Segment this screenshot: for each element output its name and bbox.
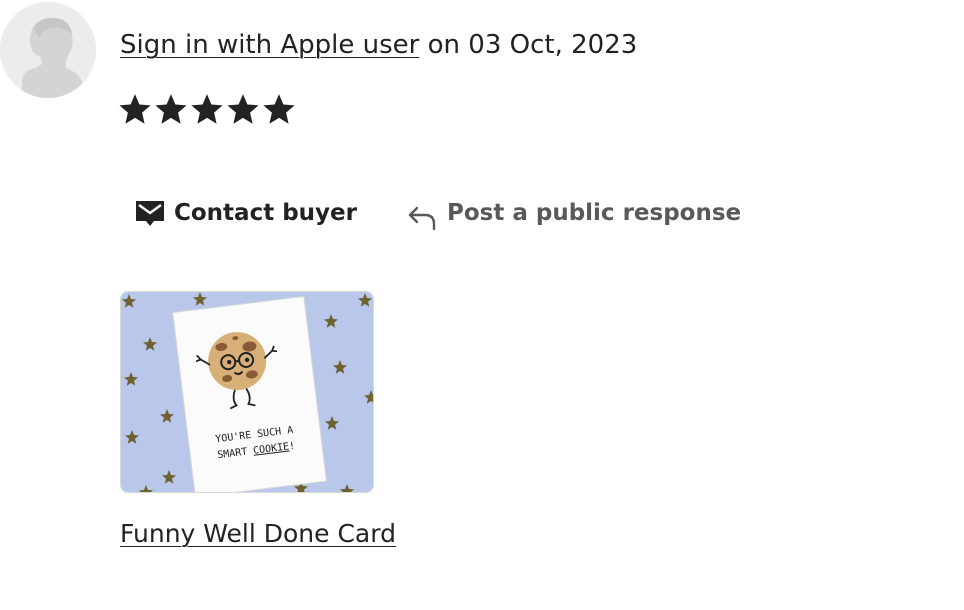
star-icon (227, 94, 259, 124)
star-icon (191, 94, 223, 124)
reply-arrow-icon (408, 206, 436, 231)
review-date: on 03 Oct, 2023 (427, 30, 638, 60)
post-public-response-button[interactable]: Post a public response (407, 194, 741, 232)
contact-buyer-label: Contact buyer (174, 200, 357, 226)
default-user-silhouette-icon (0, 2, 96, 98)
reviewer-name-link[interactable]: Sign in with Apple user (120, 30, 419, 60)
review-actions: Contact buyer Post a public response (120, 194, 741, 232)
review-byline: Sign in with Apple user on 03 Oct, 2023 (120, 27, 637, 63)
post-public-response-label: Post a public response (446, 200, 742, 226)
star-icon (155, 94, 187, 124)
product-image: YOU'RE SUCH A SMART COOKIE! (121, 292, 373, 492)
star-icon (119, 94, 151, 124)
envelope-message-icon (136, 201, 164, 226)
contact-buyer-button[interactable]: Contact buyer (120, 197, 357, 229)
greeting-card: YOU'RE SUCH A SMART COOKIE! (172, 295, 328, 492)
star-rating (118, 92, 296, 126)
star-icon (263, 94, 295, 124)
product-thumbnail[interactable]: YOU'RE SUCH A SMART COOKIE! (120, 291, 374, 493)
product-title-link[interactable]: Funny Well Done Card (120, 516, 396, 552)
reviewer-avatar (0, 2, 96, 98)
